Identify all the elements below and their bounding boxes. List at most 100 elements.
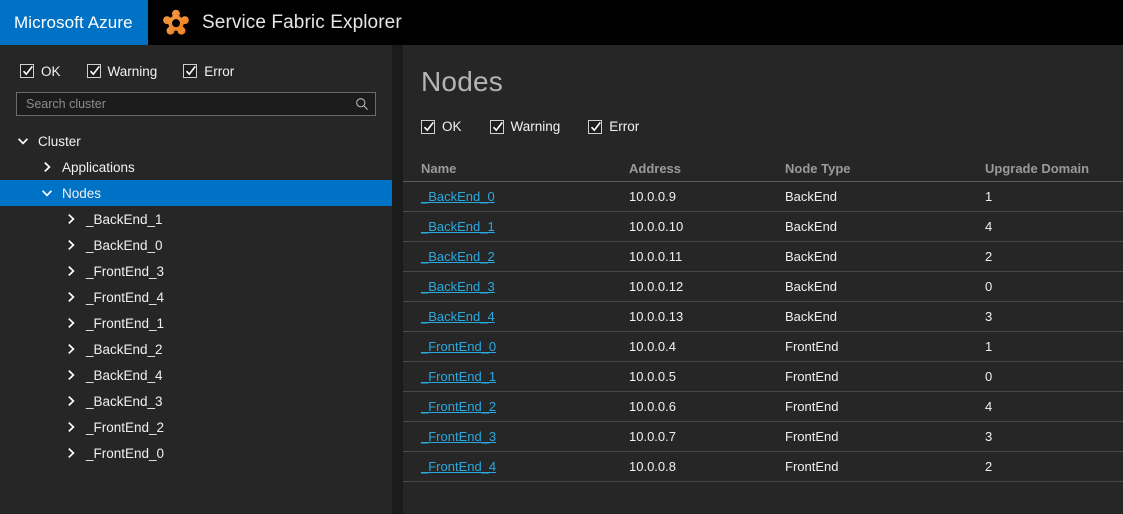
node-name-link[interactable]: _BackEnd_4 — [421, 309, 495, 324]
chevron-right-icon[interactable] — [64, 316, 78, 330]
table-row[interactable]: _BackEnd_3 10.0.0.12 BackEnd 0 — [403, 272, 1123, 302]
chevron-right-icon[interactable] — [64, 290, 78, 304]
node-address: 10.0.0.10 — [629, 219, 785, 234]
node-upgrade-domain: 4 — [985, 399, 1123, 414]
node-name-link[interactable]: _FrontEnd_2 — [421, 399, 496, 414]
tree-item-label: _FrontEnd_3 — [86, 264, 164, 279]
tree-item-node[interactable]: _BackEnd_0 — [0, 232, 392, 258]
node-address: 10.0.0.4 — [629, 339, 785, 354]
tree-item-node[interactable]: _FrontEnd_2 — [0, 414, 392, 440]
chevron-right-icon[interactable] — [64, 212, 78, 226]
node-upgrade-domain: 0 — [985, 369, 1123, 384]
node-upgrade-domain: 1 — [985, 189, 1123, 204]
node-name-link[interactable]: _BackEnd_2 — [421, 249, 495, 264]
node-name-link[interactable]: _BackEnd_0 — [421, 189, 495, 204]
node-type: BackEnd — [785, 279, 985, 294]
search-input[interactable] — [26, 93, 355, 115]
tree-item-node[interactable]: _BackEnd_4 — [0, 362, 392, 388]
tree-item-node[interactable]: _FrontEnd_0 — [0, 440, 392, 466]
tree-item-label: _BackEnd_0 — [86, 238, 163, 253]
content-filter-warning-label: Warning — [511, 119, 561, 134]
tree-item-nodes[interactable]: Nodes — [0, 180, 392, 206]
tree-item-node[interactable]: _BackEnd_1 — [0, 206, 392, 232]
node-upgrade-domain: 2 — [985, 249, 1123, 264]
table-row[interactable]: _BackEnd_4 10.0.0.13 BackEnd 3 — [403, 302, 1123, 332]
node-type: BackEnd — [785, 189, 985, 204]
service-fabric-explorer-tab-label: Service Fabric Explorer — [202, 12, 402, 34]
chevron-right-icon[interactable] — [64, 238, 78, 252]
sidebar-health-filters: OK Warning Error — [0, 45, 392, 79]
checkbox-checked-icon[interactable] — [183, 64, 197, 78]
table-row[interactable]: _FrontEnd_0 10.0.0.4 FrontEnd 1 — [403, 332, 1123, 362]
tree-item-cluster[interactable]: Cluster — [0, 128, 392, 154]
node-name-link[interactable]: _BackEnd_1 — [421, 219, 495, 234]
checkbox-checked-icon[interactable] — [87, 64, 101, 78]
table-row[interactable]: _BackEnd_0 10.0.0.9 BackEnd 1 — [403, 182, 1123, 212]
tree-item-label: Cluster — [38, 134, 81, 149]
chevron-right-icon[interactable] — [64, 420, 78, 434]
content-filter-warning[interactable]: Warning — [490, 119, 561, 134]
node-type: FrontEnd — [785, 429, 985, 444]
checkbox-checked-icon[interactable] — [490, 120, 504, 134]
chevron-right-icon[interactable] — [40, 160, 54, 174]
chevron-right-icon[interactable] — [64, 446, 78, 460]
chevron-right-icon[interactable] — [64, 394, 78, 408]
service-fabric-star-icon — [162, 9, 190, 37]
chevron-right-icon[interactable] — [64, 368, 78, 382]
tree-item-node[interactable]: _FrontEnd_3 — [0, 258, 392, 284]
sidebar-filter-ok-label: OK — [41, 64, 61, 79]
chevron-right-icon[interactable] — [64, 264, 78, 278]
node-address: 10.0.0.9 — [629, 189, 785, 204]
search-cluster-box[interactable] — [16, 92, 376, 116]
column-header-node-type[interactable]: Node Type — [785, 161, 985, 176]
tree-item-node[interactable]: _FrontEnd_4 — [0, 284, 392, 310]
table-row[interactable]: _FrontEnd_3 10.0.0.7 FrontEnd 3 — [403, 422, 1123, 452]
page-title: Nodes — [403, 45, 1123, 98]
sidebar-filter-ok[interactable]: OK — [20, 64, 61, 79]
table-row[interactable]: _FrontEnd_2 10.0.0.6 FrontEnd 4 — [403, 392, 1123, 422]
node-name-link[interactable]: _BackEnd_3 — [421, 279, 495, 294]
checkbox-checked-icon[interactable] — [20, 64, 34, 78]
chevron-down-icon[interactable] — [16, 134, 30, 148]
tree-item-node[interactable]: _BackEnd_2 — [0, 336, 392, 362]
chevron-down-icon[interactable] — [40, 186, 54, 200]
node-address: 10.0.0.8 — [629, 459, 785, 474]
tree-item-applications[interactable]: Applications — [0, 154, 392, 180]
tree-item-label: _FrontEnd_1 — [86, 316, 164, 331]
content-filter-ok-label: OK — [442, 119, 462, 134]
checkbox-checked-icon[interactable] — [421, 120, 435, 134]
table-row[interactable]: _BackEnd_2 10.0.0.11 BackEnd 2 — [403, 242, 1123, 272]
node-name-link[interactable]: _FrontEnd_0 — [421, 339, 496, 354]
main-content: Nodes OK Warning Error Name Address Node… — [403, 45, 1123, 514]
node-address: 10.0.0.11 — [629, 249, 785, 264]
sidebar-filter-error[interactable]: Error — [183, 64, 234, 79]
node-type: FrontEnd — [785, 369, 985, 384]
table-row[interactable]: _FrontEnd_1 10.0.0.5 FrontEnd 0 — [403, 362, 1123, 392]
content-filter-ok[interactable]: OK — [421, 119, 462, 134]
search-icon[interactable] — [355, 97, 369, 111]
tree-item-node[interactable]: _BackEnd_3 — [0, 388, 392, 414]
checkbox-checked-icon[interactable] — [588, 120, 602, 134]
column-header-address[interactable]: Address — [629, 161, 785, 176]
node-upgrade-domain: 2 — [985, 459, 1123, 474]
sidebar-filter-warning[interactable]: Warning — [87, 64, 158, 79]
node-upgrade-domain: 3 — [985, 429, 1123, 444]
chevron-right-icon[interactable] — [64, 342, 78, 356]
node-upgrade-domain: 1 — [985, 339, 1123, 354]
microsoft-azure-tab[interactable]: Microsoft Azure — [0, 0, 148, 45]
column-header-name[interactable]: Name — [421, 161, 629, 176]
top-header-bar: Microsoft Azure Service Fabric Explorer — [0, 0, 1123, 45]
tree-item-node[interactable]: _FrontEnd_1 — [0, 310, 392, 336]
tree-item-label: Nodes — [62, 186, 101, 201]
node-name-link[interactable]: _FrontEnd_4 — [421, 459, 496, 474]
table-row[interactable]: _FrontEnd_4 10.0.0.8 FrontEnd 2 — [403, 452, 1123, 482]
node-upgrade-domain: 4 — [985, 219, 1123, 234]
service-fabric-explorer-tab[interactable]: Service Fabric Explorer — [148, 0, 1123, 45]
table-row[interactable]: _BackEnd_1 10.0.0.10 BackEnd 4 — [403, 212, 1123, 242]
column-header-upgrade-domain[interactable]: Upgrade Domain — [985, 161, 1123, 176]
node-name-link[interactable]: _FrontEnd_1 — [421, 369, 496, 384]
sidebar-content-divider — [392, 45, 403, 514]
node-address: 10.0.0.13 — [629, 309, 785, 324]
content-filter-error[interactable]: Error — [588, 119, 639, 134]
node-name-link[interactable]: _FrontEnd_3 — [421, 429, 496, 444]
